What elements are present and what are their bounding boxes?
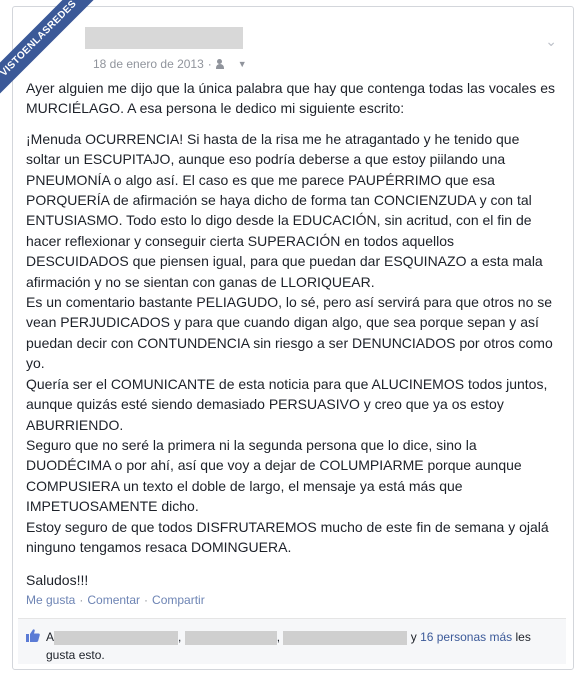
likes-separator: , xyxy=(178,630,182,644)
likes-prefix: A xyxy=(46,630,55,644)
likes-separator: , xyxy=(276,630,281,644)
action-separator: · xyxy=(144,593,149,607)
likes-box: A, , y 16 personas más les gusta esto. xyxy=(18,618,566,664)
others-likes-link[interactable]: 16 personas más xyxy=(420,630,512,644)
post-content: Ayer alguien me dijo que la única palabr… xyxy=(26,78,556,601)
comment-link[interactable]: Comentar xyxy=(87,593,140,607)
caret-down-icon[interactable]: ▼ xyxy=(238,59,247,69)
likes-summary: A, , y 16 personas más les gusta esto. xyxy=(46,628,556,664)
post-actions: Me gusta · Comentar · Compartir xyxy=(26,593,205,607)
thumbs-up-icon xyxy=(26,629,40,642)
liker-name-redacted[interactable] xyxy=(184,630,277,645)
share-link[interactable]: Compartir xyxy=(152,593,205,607)
chevron-down-icon[interactable]: ⌄ xyxy=(545,33,557,50)
watermark-text: VISTOENLASREDES xyxy=(0,0,107,107)
liker-name-redacted[interactable] xyxy=(283,630,408,645)
post-meta: 18 de enero de 2013 · ▼ xyxy=(93,57,247,71)
post-paragraph-closing: Saludos!!! xyxy=(26,572,89,589)
like-link[interactable]: Me gusta xyxy=(26,593,75,607)
liker-name-redacted[interactable] xyxy=(54,630,179,645)
likes-conjunction: y xyxy=(410,630,417,644)
watermark: VISTOENLASREDES xyxy=(0,0,114,120)
post-paragraph-body: ¡Menuda OCURRENCIA! Si hasta de la risa … xyxy=(26,130,553,555)
audience-friends-icon[interactable] xyxy=(215,58,234,70)
meta-separator: · xyxy=(207,57,212,71)
action-separator: · xyxy=(79,593,84,607)
